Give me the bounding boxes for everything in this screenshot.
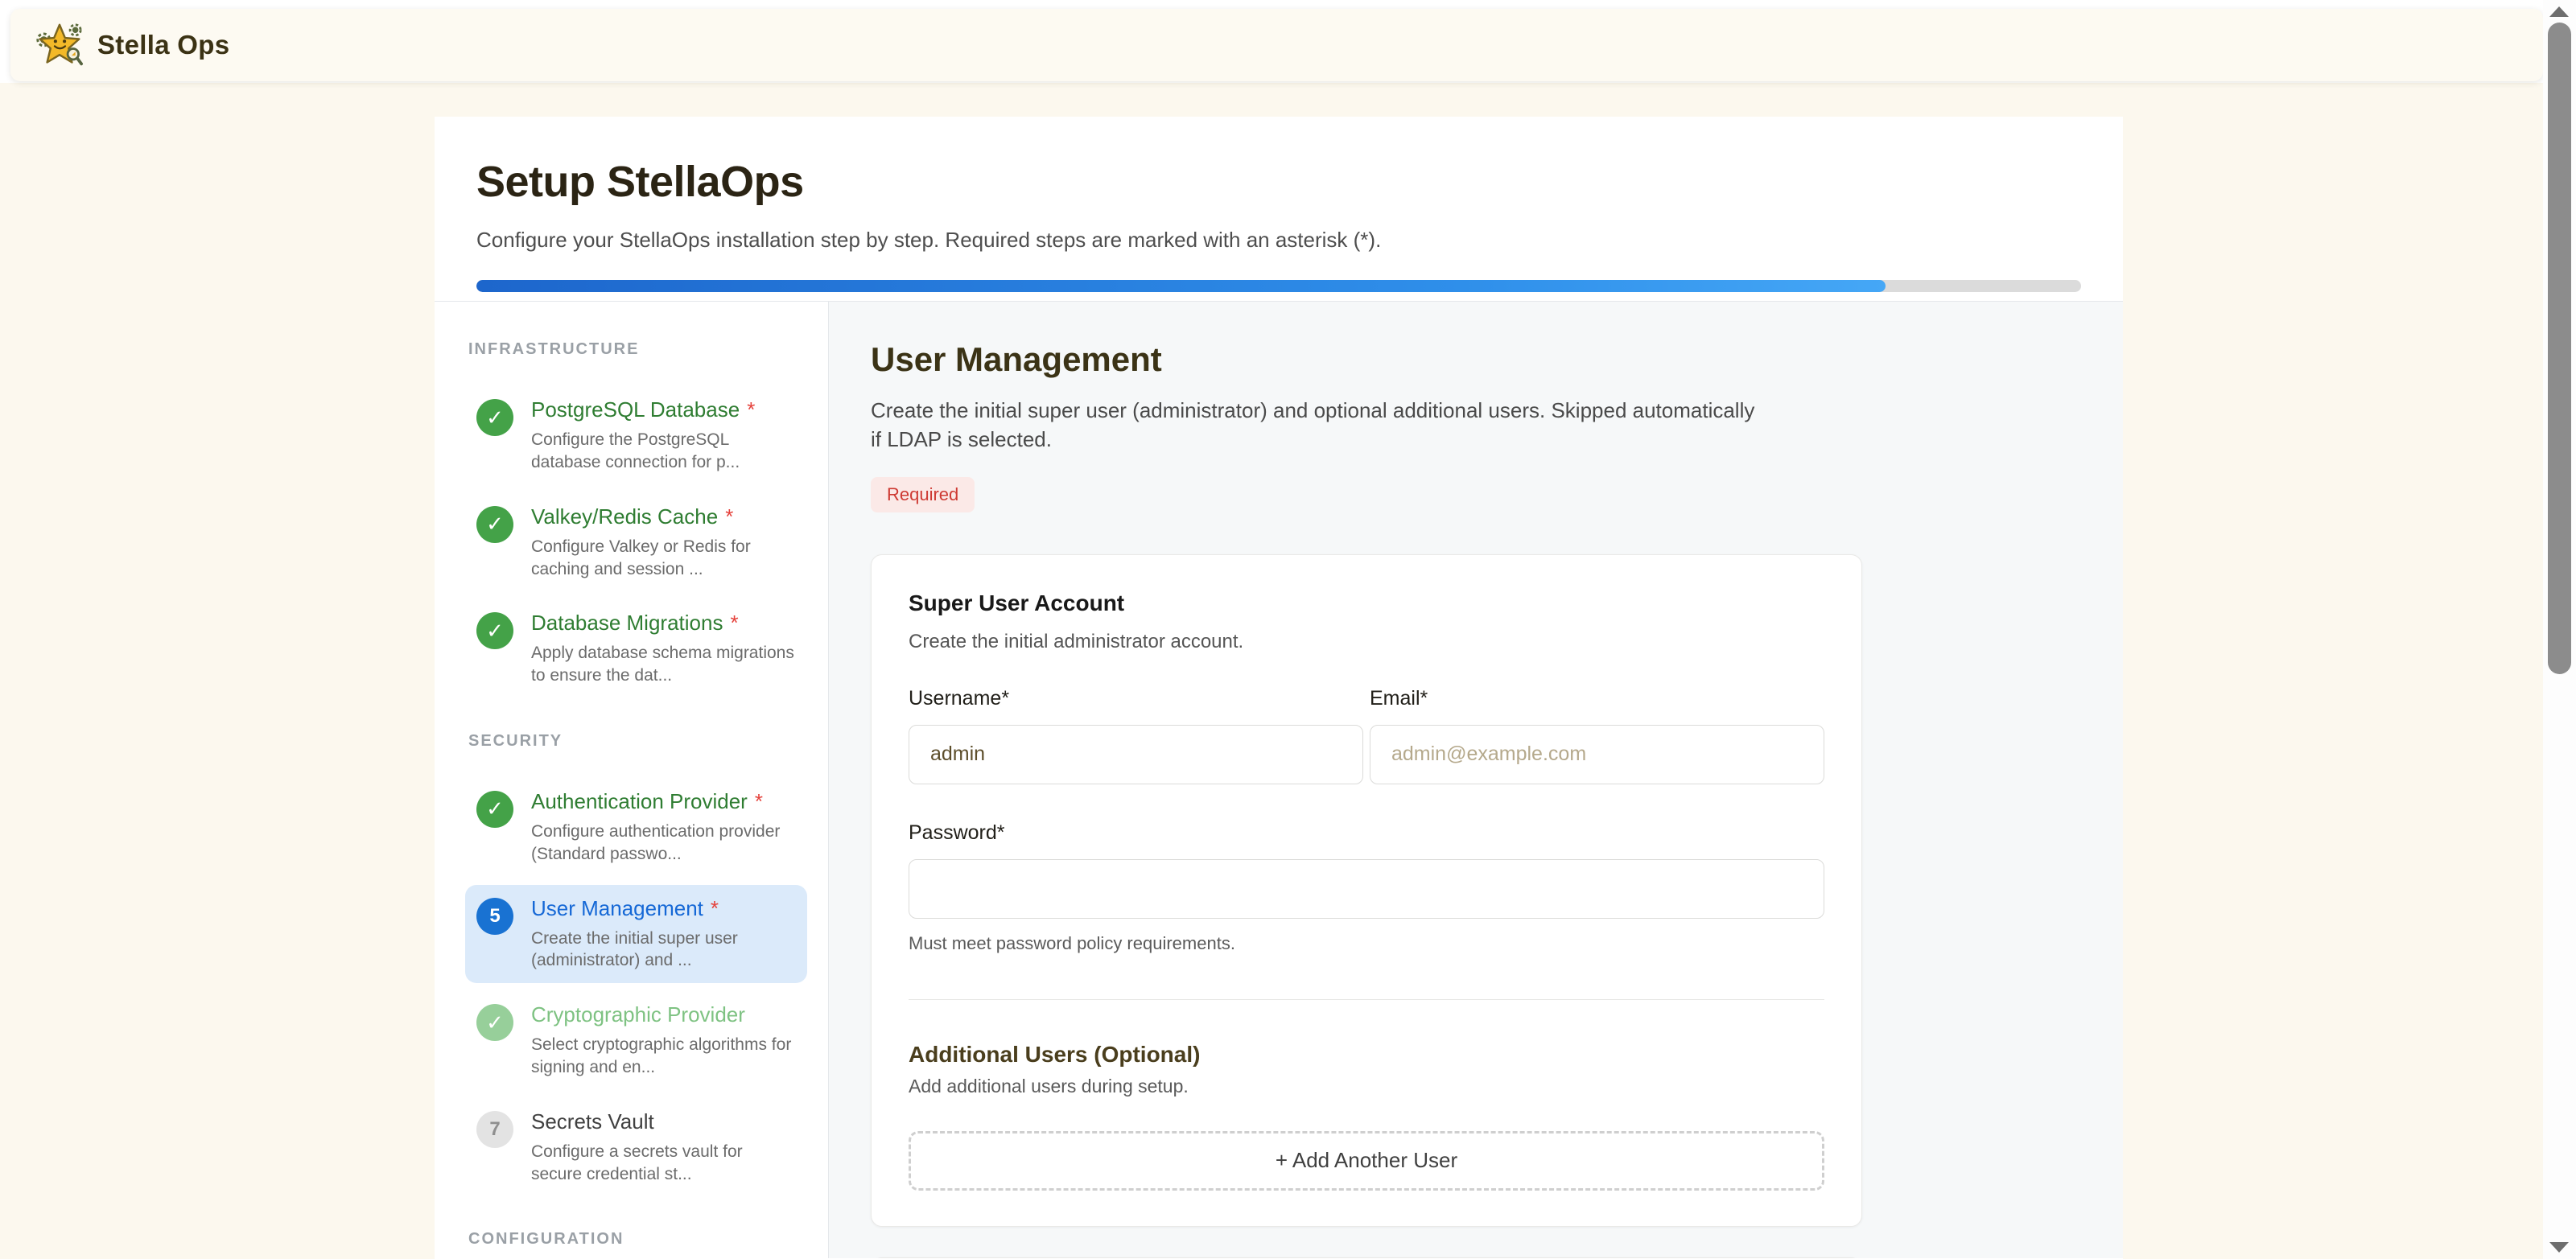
username-input[interactable] [909, 725, 1363, 784]
step-title: Database Migrations [531, 611, 723, 635]
check-icon: ✓ [476, 399, 513, 436]
additional-users-subtitle: Add additional users during setup. [909, 1076, 1824, 1097]
check-icon: ✓ [476, 791, 513, 828]
step-title: Valkey/Redis Cache [531, 504, 718, 529]
check-icon: ✓ [476, 506, 513, 543]
step-title: User Management [531, 896, 703, 920]
step-number-badge: 5 [476, 898, 513, 935]
step-title: Secrets Vault [531, 1109, 796, 1134]
check-icon: ✓ [476, 612, 513, 649]
check-icon: ✓ [476, 1004, 513, 1041]
sidebar-item-user-management[interactable]: 5 User Management * Create the initial su… [465, 885, 807, 984]
scroll-down-icon[interactable] [2549, 1242, 2569, 1253]
step-description: Select cryptographic algorithms for sign… [531, 1034, 796, 1078]
step-description: Configure a secrets vault for secure cre… [531, 1141, 796, 1185]
sidebar-item-postgresql-database[interactable]: ✓ PostgreSQL Database * Configure the Pos… [465, 386, 807, 485]
card-subtitle: Create the initial administrator account… [909, 631, 1824, 653]
required-asterisk: * [747, 397, 755, 422]
sidebar-item-secrets-vault[interactable]: 7 Secrets Vault Configure a secrets vaul… [465, 1098, 807, 1197]
stella-logo-icon [35, 22, 84, 68]
step-title: Cryptographic Provider [531, 1002, 796, 1027]
step-number-badge: 7 [476, 1111, 513, 1148]
section-divider [909, 999, 1824, 1000]
section-label-infrastructure: INFRASTRUCTURE [468, 340, 807, 359]
wizard-steps-sidebar: INFRASTRUCTURE ✓ PostgreSQL Database * Co… [435, 302, 829, 1258]
required-asterisk: * [711, 896, 719, 920]
section-label-security: SECURITY [468, 732, 807, 751]
validation-checks-card: Validation Checks connectivity Check pas… [871, 1257, 1862, 1258]
required-badge: Required [871, 477, 975, 512]
add-another-user-button[interactable]: + Add Another User [909, 1131, 1824, 1191]
sidebar-item-cryptographic-provider[interactable]: ✓ Cryptographic Provider Select cryptogr… [465, 991, 807, 1090]
sidebar-item-database-migrations[interactable]: ✓ Database Migrations * Apply database sc… [465, 599, 807, 698]
step-description-text: Create the initial super user (administr… [871, 397, 1756, 455]
password-label: Password* [909, 821, 1824, 845]
scrollbar-thumb[interactable] [2548, 23, 2571, 674]
card-title: Super User Account [909, 590, 1824, 616]
step-description: Configure the PostgreSQL database connec… [531, 429, 796, 473]
page-title: Setup StellaOps [476, 157, 2081, 207]
username-label: Username* [909, 687, 1363, 710]
page-subtitle: Configure your StellaOps installation st… [476, 228, 2081, 253]
super-user-account-card: Super User Account Create the initial ad… [871, 554, 1862, 1227]
required-asterisk: * [730, 611, 738, 635]
top-app-bar: Stella Ops [10, 9, 2543, 81]
section-label-configuration: CONFIGURATION [468, 1230, 807, 1249]
additional-users-title: Additional Users (Optional) [909, 1042, 1824, 1068]
setup-progress-bar [476, 280, 2081, 292]
step-description: Create the initial super user (administr… [531, 928, 796, 972]
email-label: Email* [1370, 687, 1824, 710]
step-content-area: User Management Create the initial super… [829, 302, 2123, 1258]
step-description: Configure Valkey or Redis for caching an… [531, 536, 796, 580]
setup-wizard-card: Setup StellaOps Configure your StellaOps… [435, 117, 2123, 1259]
sidebar-item-valkey-redis-cache[interactable]: ✓ Valkey/Redis Cache * Configure Valkey o… [465, 493, 807, 592]
password-helper-text: Must meet password policy requirements. [909, 933, 1824, 954]
email-input[interactable] [1370, 725, 1824, 784]
app-title: Stella Ops [97, 30, 229, 60]
progress-fill [476, 280, 1886, 292]
step-title: Authentication Provider [531, 789, 748, 813]
page-scrollbar[interactable] [2543, 0, 2576, 1259]
step-heading: User Management [871, 340, 2081, 379]
step-description: Apply database schema migrations to ensu… [531, 642, 796, 686]
scroll-up-icon[interactable] [2549, 6, 2569, 17]
required-asterisk: * [725, 504, 733, 529]
password-input[interactable] [909, 859, 1824, 919]
step-title: PostgreSQL Database [531, 397, 740, 422]
wizard-header: Setup StellaOps Configure your StellaOps… [435, 117, 2123, 302]
step-description: Configure authentication provider (Stand… [531, 821, 796, 865]
sidebar-item-authentication-provider[interactable]: ✓ Authentication Provider * Configure aut… [465, 778, 807, 877]
required-asterisk: * [755, 789, 763, 813]
